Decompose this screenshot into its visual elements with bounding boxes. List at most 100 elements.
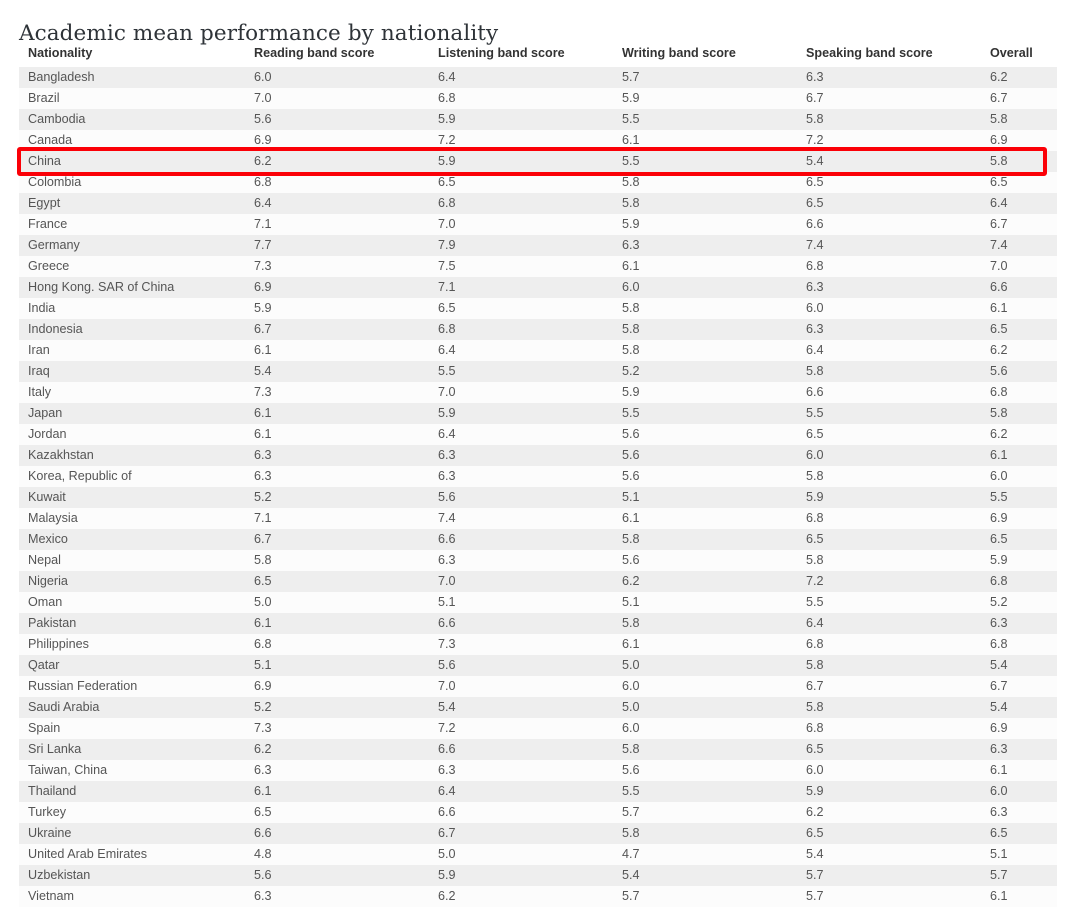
table-row[interactable]: Taiwan, China 6.3 6.3 5.6 6.0 6.1 (19, 760, 1057, 781)
cell-score: 6.3 (981, 739, 1057, 760)
cell-nationality: Japan (19, 403, 245, 424)
table-row[interactable]: Ukraine 6.6 6.7 5.8 6.5 6.5 (19, 823, 1057, 844)
column-header-writing-band-score[interactable]: Writing band score (613, 46, 797, 67)
table-header-row: Nationality Reading band score Listening b… (19, 46, 1057, 67)
cell-score: 6.7 (797, 88, 981, 109)
cell-score: 7.3 (245, 718, 429, 739)
cell-score: 6.3 (613, 235, 797, 256)
cell-score: 6.5 (797, 424, 981, 445)
table-row[interactable]: Hong Kong. SAR of China 6.9 7.1 6.0 6.3 6.6 (19, 277, 1057, 298)
column-header-overall[interactable]: Overall (981, 46, 1057, 67)
cell-score: 7.1 (245, 508, 429, 529)
cell-nationality: Hong Kong. SAR of China (19, 277, 245, 298)
cell-score: 6.5 (797, 529, 981, 550)
table-row[interactable]: Saudi Arabia 5.2 5.4 5.0 5.8 5.4 (19, 697, 1057, 718)
column-header-nationality[interactable]: Nationality (19, 46, 245, 67)
cell-score: 5.6 (245, 109, 429, 130)
cell-score: 5.5 (429, 361, 613, 382)
cell-nationality: Indonesia (19, 319, 245, 340)
cell-score: 7.0 (429, 214, 613, 235)
cell-score: 7.4 (797, 235, 981, 256)
cell-score: 5.9 (429, 403, 613, 424)
cell-score: 6.8 (797, 508, 981, 529)
cell-score: 6.7 (797, 676, 981, 697)
table-row[interactable]: Turkey 6.5 6.6 5.7 6.2 6.3 (19, 802, 1057, 823)
table-row[interactable]: Egypt 6.4 6.8 5.8 6.5 6.4 (19, 193, 1057, 214)
table-row[interactable]: Uzbekistan 5.6 5.9 5.4 5.7 5.7 (19, 865, 1057, 886)
cell-score: 5.9 (613, 214, 797, 235)
table-row[interactable]: Philippines 6.8 7.3 6.1 6.8 6.8 (19, 634, 1057, 655)
cell-nationality: Malaysia (19, 508, 245, 529)
table-row[interactable]: Cambodia 5.6 5.9 5.5 5.8 5.8 (19, 109, 1057, 130)
cell-score: 6.0 (981, 466, 1057, 487)
cell-score: 6.7 (245, 529, 429, 550)
cell-score: 6.0 (613, 277, 797, 298)
table-row[interactable]: Vietnam 6.3 6.2 5.7 5.7 6.1 (19, 886, 1057, 907)
table-row[interactable]: Malaysia 7.1 7.4 6.1 6.8 6.9 (19, 508, 1057, 529)
table-row[interactable]: China 6.2 5.9 5.5 5.4 5.8 (19, 151, 1057, 172)
cell-score: 6.0 (797, 298, 981, 319)
cell-score: 6.7 (981, 676, 1057, 697)
table-row[interactable]: United Arab Emirates 4.8 5.0 4.7 5.4 5.1 (19, 844, 1057, 865)
table-row[interactable]: Colombia 6.8 6.5 5.8 6.5 6.5 (19, 172, 1057, 193)
cell-score: 5.8 (613, 613, 797, 634)
table-row[interactable]: Pakistan 6.1 6.6 5.8 6.4 6.3 (19, 613, 1057, 634)
cell-nationality: Iraq (19, 361, 245, 382)
cell-nationality: Spain (19, 718, 245, 739)
cell-score: 5.2 (245, 697, 429, 718)
table-row[interactable]: Nigeria 6.5 7.0 6.2 7.2 6.8 (19, 571, 1057, 592)
cell-nationality: Bangladesh (19, 67, 245, 88)
table-row[interactable]: Nepal 5.8 6.3 5.6 5.8 5.9 (19, 550, 1057, 571)
table-row[interactable]: Brazil 7.0 6.8 5.9 6.7 6.7 (19, 88, 1057, 109)
cell-score: 5.8 (797, 361, 981, 382)
cell-nationality: Nepal (19, 550, 245, 571)
cell-nationality: Russian Federation (19, 676, 245, 697)
cell-score: 5.1 (245, 655, 429, 676)
cell-score: 7.0 (245, 88, 429, 109)
table-row[interactable]: France 7.1 7.0 5.9 6.6 6.7 (19, 214, 1057, 235)
cell-score: 5.5 (981, 487, 1057, 508)
table-row[interactable]: Indonesia 6.7 6.8 5.8 6.3 6.5 (19, 319, 1057, 340)
table-row[interactable]: Kuwait 5.2 5.6 5.1 5.9 5.5 (19, 487, 1057, 508)
column-header-listening-band-score[interactable]: Listening band score (429, 46, 613, 67)
cell-score: 5.1 (613, 592, 797, 613)
cell-nationality: Korea, Republic of (19, 466, 245, 487)
table-row[interactable]: Iraq 5.4 5.5 5.2 5.8 5.6 (19, 361, 1057, 382)
table-row[interactable]: Japan 6.1 5.9 5.5 5.5 5.8 (19, 403, 1057, 424)
cell-score: 6.8 (429, 88, 613, 109)
cell-score: 6.3 (429, 550, 613, 571)
cell-score: 6.0 (797, 445, 981, 466)
table-row[interactable]: Thailand 6.1 6.4 5.5 5.9 6.0 (19, 781, 1057, 802)
table-row[interactable]: Spain 7.3 7.2 6.0 6.8 6.9 (19, 718, 1057, 739)
table-row[interactable]: Mexico 6.7 6.6 5.8 6.5 6.5 (19, 529, 1057, 550)
table-row[interactable]: India 5.9 6.5 5.8 6.0 6.1 (19, 298, 1057, 319)
column-header-reading-band-score[interactable]: Reading band score (245, 46, 429, 67)
cell-score: 6.9 (981, 508, 1057, 529)
cell-score: 6.1 (613, 130, 797, 151)
column-header-speaking-band-score[interactable]: Speaking band score (797, 46, 981, 67)
cell-nationality: Italy (19, 382, 245, 403)
table-row[interactable]: Russian Federation 6.9 7.0 6.0 6.7 6.7 (19, 676, 1057, 697)
table-row[interactable]: Korea, Republic of 6.3 6.3 5.6 5.8 6.0 (19, 466, 1057, 487)
table-row[interactable]: Qatar 5.1 5.6 5.0 5.8 5.4 (19, 655, 1057, 676)
table-row[interactable]: Canada 6.9 7.2 6.1 7.2 6.9 (19, 130, 1057, 151)
cell-score: 6.6 (981, 277, 1057, 298)
table-row[interactable]: Oman 5.0 5.1 5.1 5.5 5.2 (19, 592, 1057, 613)
table-row[interactable]: Bangladesh 6.0 6.4 5.7 6.3 6.2 (19, 67, 1057, 88)
cell-score: 6.8 (245, 172, 429, 193)
table-row[interactable]: Sri Lanka 6.2 6.6 5.8 6.5 6.3 (19, 739, 1057, 760)
table-row[interactable]: Jordan 6.1 6.4 5.6 6.5 6.2 (19, 424, 1057, 445)
cell-nationality: Pakistan (19, 613, 245, 634)
table-row[interactable]: Kazakhstan 6.3 6.3 5.6 6.0 6.1 (19, 445, 1057, 466)
cell-score: 5.7 (797, 886, 981, 907)
cell-score: 5.0 (245, 592, 429, 613)
table-row[interactable]: Greece 7.3 7.5 6.1 6.8 7.0 (19, 256, 1057, 277)
cell-score: 5.0 (613, 697, 797, 718)
cell-score: 7.4 (429, 508, 613, 529)
table-row[interactable]: Italy 7.3 7.0 5.9 6.6 6.8 (19, 382, 1057, 403)
table-row[interactable]: Germany 7.7 7.9 6.3 7.4 7.4 (19, 235, 1057, 256)
cell-score: 5.2 (981, 592, 1057, 613)
table-row[interactable]: Iran 6.1 6.4 5.8 6.4 6.2 (19, 340, 1057, 361)
cell-nationality: Colombia (19, 172, 245, 193)
cell-score: 7.4 (981, 235, 1057, 256)
